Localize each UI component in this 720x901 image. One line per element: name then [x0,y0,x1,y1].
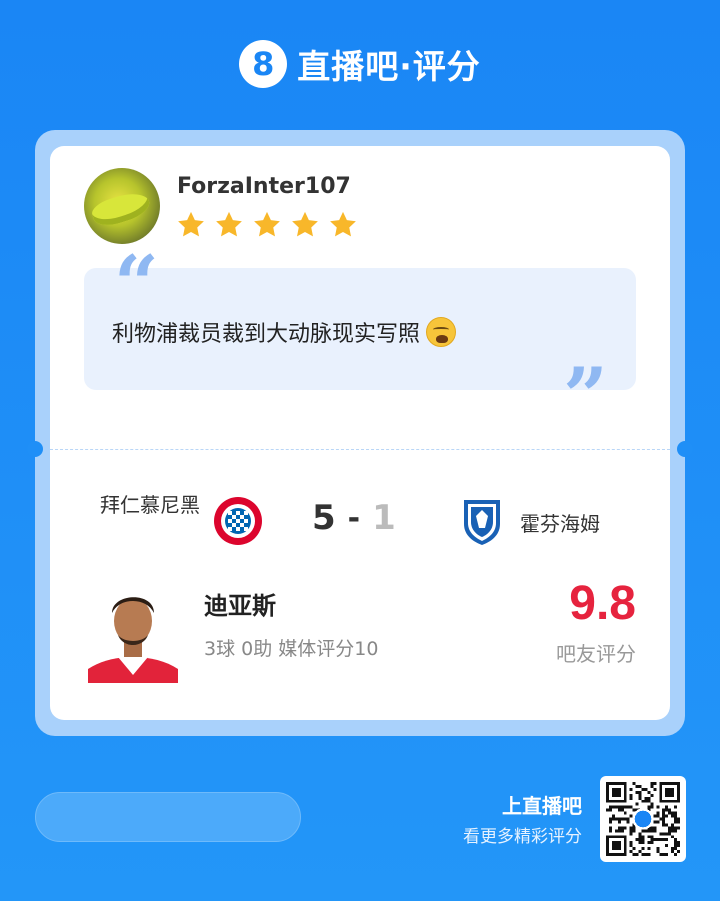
username[interactable]: ForzaInter107 [177,174,351,199]
away-team-name: 霍芬海姆 [520,512,600,536]
fan-score-label: 吧友评分 [556,642,636,666]
score-separator: - [347,500,361,536]
brand-header: 8 直播吧·评分 [0,40,720,88]
user-avatar[interactable] [84,168,160,244]
star-icon [330,211,356,237]
bayern-crest-icon [214,497,262,545]
cta-title[interactable]: 上直播吧 [448,790,582,819]
star-rating [176,210,358,240]
rating-card: ForzaInter107 “ 利物浦裁员裁到大动脉现实写照 ” 拜仁慕尼黑 5… [50,146,670,720]
home-score: 5 [312,498,336,538]
zhibo8-logo-icon: 8 [239,40,288,88]
comment-text: 利物浦裁员裁到大动脉现实写照 [112,322,421,347]
close-quote-icon: ” [563,351,608,442]
fan-score: 9.8 [569,577,636,630]
logo-glyph: 8 [252,45,275,83]
home-team-name: 拜仁慕尼黑 [100,493,200,517]
open-quote-icon: “ [114,239,159,330]
star-icon [254,211,280,237]
ticket-notch-right [677,441,693,457]
player-stats: 3球 0助 媒体评分10 [204,638,379,660]
ticket-notch-left [27,441,43,457]
brand-title: 直播吧·评分 [297,47,481,86]
player-name: 迪亚斯 [204,592,276,620]
star-icon [178,211,204,237]
weary-face-icon [426,317,457,347]
star-icon [216,211,242,237]
blank-pill-button[interactable] [35,792,301,842]
match-score: 5 - 1 [312,498,396,538]
qr-code-icon[interactable] [600,776,686,862]
dashed-divider [50,449,670,450]
cta-subtitle: 看更多精彩评分 [463,827,582,847]
player-photo [88,583,178,683]
hoffenheim-crest-icon [464,500,500,545]
away-score: 1 [372,498,396,538]
comment: 利物浦裁员裁到大动脉现实写照 [112,316,457,348]
star-icon [292,211,318,237]
